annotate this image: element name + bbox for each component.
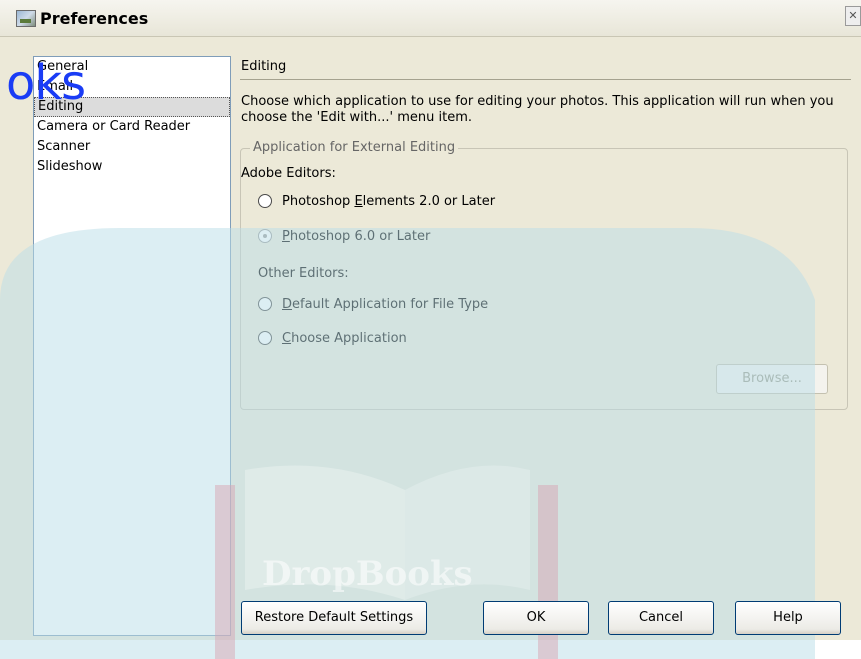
group-title: Application for External Editing [250,140,459,155]
section-header: Editing [241,59,287,74]
radio-button-icon[interactable] [258,330,272,345]
category-list: General Email Editing Camera or Card Rea… [33,56,231,636]
sidebar-item-general[interactable]: General [34,57,230,77]
preferences-dialog: Preferences ✕ General Email Editing Came… [0,0,861,659]
radio-button-icon[interactable] [258,193,272,208]
title-bar[interactable]: Preferences ✕ [0,0,861,37]
option-text: Photoshop Elements 2.0 or Later [282,194,496,209]
sidebar-item-email[interactable]: Email [34,77,230,97]
radio-photoshop-6[interactable]: Photoshop 6.0 or Later [258,227,430,247]
option-text: Default Application for File Type [282,297,489,312]
option-text: Choose Application [282,331,407,346]
help-button[interactable]: Help [735,601,841,635]
sidebar-item-camera-or-card-reader[interactable]: Camera or Card Reader [34,117,230,137]
option-text: Photoshop 6.0 or Later [282,229,431,244]
other-editors-label: Other Editors: [258,266,349,281]
radio-photoshop-elements[interactable]: Photoshop Elements 2.0 or Later [258,192,495,212]
sidebar-item-slideshow[interactable]: Slideshow [34,157,230,177]
section-description: Choose which application to use for edit… [241,94,834,125]
radio-default-application[interactable]: Default Application for File Type [258,295,488,315]
adobe-editors-label: Adobe Editors: [241,166,336,181]
header-divider [240,79,851,80]
restore-defaults-button[interactable]: Restore Default Settings [241,601,427,635]
radio-choose-application[interactable]: Choose Application [258,329,407,349]
cancel-button[interactable]: Cancel [608,601,714,635]
sidebar-item-editing[interactable]: Editing [34,97,230,117]
sidebar-item-scanner[interactable]: Scanner [34,137,230,157]
close-icon[interactable]: ✕ [845,6,861,26]
browse-button[interactable]: Browse... [716,364,828,394]
watermark-brand: DropBooks [262,554,473,594]
ok-button[interactable]: OK [483,601,589,635]
radio-button-icon[interactable] [258,296,272,311]
radio-button-icon[interactable] [258,228,272,243]
window-title: Preferences [40,9,149,28]
app-icon [16,10,36,27]
